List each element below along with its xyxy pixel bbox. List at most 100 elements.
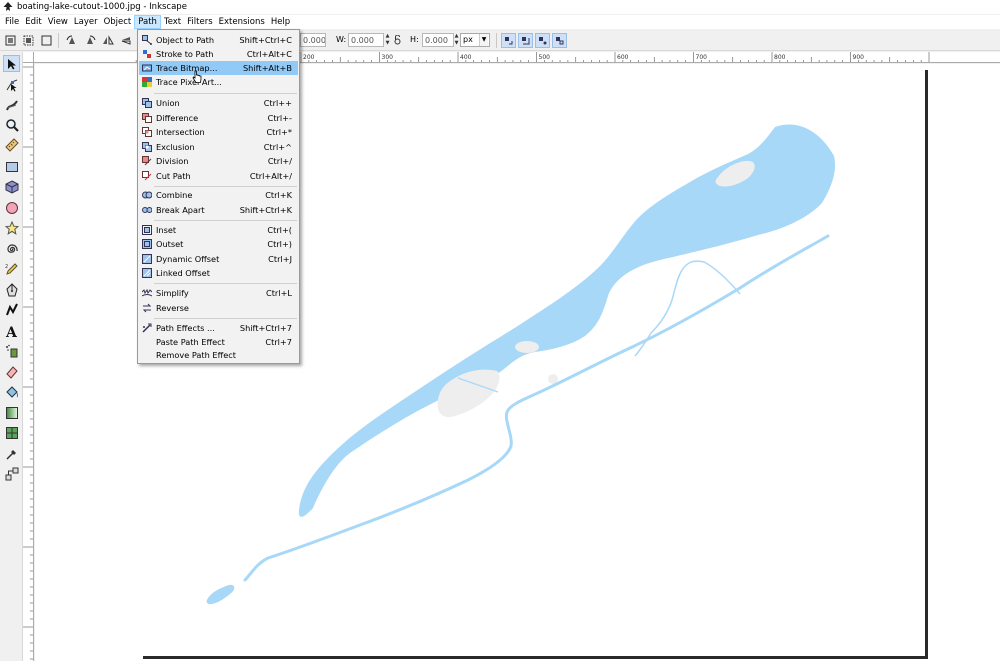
menu-item-combine[interactable]: Combine Ctrl+K bbox=[139, 188, 298, 202]
mesh-tool-icon[interactable] bbox=[3, 424, 20, 441]
ruler-label: 800 bbox=[774, 54, 786, 61]
deselect-icon[interactable] bbox=[39, 33, 54, 48]
menu-file[interactable]: File bbox=[2, 15, 22, 29]
menu-edit[interactable]: Edit bbox=[22, 15, 44, 29]
pen-tool-icon[interactable] bbox=[3, 281, 20, 298]
menu-item-label: Trace Pixel Art... bbox=[156, 77, 222, 87]
pencil-tool-icon[interactable]: 2 bbox=[3, 260, 20, 277]
eraser-tool-icon[interactable] bbox=[3, 363, 20, 380]
menu-item-difference[interactable]: Difference Ctrl+- bbox=[139, 111, 298, 125]
3d-box-tool-icon[interactable] bbox=[3, 178, 20, 195]
menu-item-label: Paste Path Effect bbox=[156, 337, 225, 347]
menu-item-intersection[interactable]: Intersection Ctrl+* bbox=[139, 125, 298, 139]
zoom-tool-icon[interactable] bbox=[3, 116, 20, 133]
flip-horizontal-icon[interactable] bbox=[100, 33, 115, 48]
menu-item-remove-path-effect[interactable]: Remove Path Effect bbox=[139, 348, 298, 362]
menu-item-trace-bitmap[interactable]: Trace Bitmap... Shift+Alt+B bbox=[139, 61, 298, 75]
vertical-ruler[interactable] bbox=[23, 63, 34, 661]
height-spinner[interactable]: ▲ ▼ bbox=[453, 33, 460, 47]
lake-shape bbox=[298, 124, 836, 517]
menu-item-outset[interactable]: Outset Ctrl+) bbox=[139, 237, 298, 251]
connector-tool-icon[interactable] bbox=[3, 465, 20, 482]
spiral-tool-icon[interactable] bbox=[3, 240, 20, 257]
menu-item-label: Stroke to Path bbox=[156, 49, 214, 59]
menu-item-dynamic-offset[interactable]: Dynamic Offset Ctrl+J bbox=[139, 252, 298, 266]
scale-stroke-toggle-icon[interactable] bbox=[501, 33, 516, 48]
ruler-label: 600 bbox=[617, 54, 629, 61]
move-patterns-toggle-icon[interactable] bbox=[552, 33, 567, 48]
rotate-cw-icon[interactable] bbox=[82, 33, 97, 48]
paint-bucket-tool-icon[interactable] bbox=[3, 383, 20, 400]
flip-vertical-icon[interactable] bbox=[118, 33, 133, 48]
menu-item-cut-path[interactable]: Cut Path Ctrl+Alt+/ bbox=[139, 169, 298, 183]
node-tool-icon[interactable] bbox=[3, 76, 20, 93]
rotate-ccw-icon[interactable] bbox=[64, 33, 79, 48]
menu-item-label: Path Effects ... bbox=[156, 323, 215, 333]
menu-item-stroke-to-path[interactable]: Stroke to Path Ctrl+Alt+C bbox=[139, 47, 298, 61]
menu-view[interactable]: View bbox=[45, 15, 71, 29]
menu-item-inset[interactable]: Inset Ctrl+( bbox=[139, 223, 298, 237]
menu-item-exclusion[interactable]: Exclusion Ctrl+^ bbox=[139, 140, 298, 154]
text-tool-icon[interactable]: A bbox=[3, 322, 20, 339]
menu-item-shortcut: Ctrl+J bbox=[268, 254, 292, 264]
menu-item-object-to-path[interactable]: Object to Path Shift+Ctrl+C bbox=[139, 33, 298, 47]
menu-item-trace-pixel-art[interactable]: Trace Pixel Art... bbox=[139, 75, 298, 89]
menu-text[interactable]: Text bbox=[161, 15, 184, 29]
menu-item-shortcut: Ctrl+( bbox=[267, 225, 292, 235]
scale-corners-toggle-icon[interactable] bbox=[518, 33, 533, 48]
select-all-layers-icon[interactable] bbox=[21, 33, 36, 48]
menu-item-shortcut: Ctrl+K bbox=[265, 190, 292, 200]
ellipse-tool-icon[interactable] bbox=[3, 199, 20, 216]
rectangle-tool-icon[interactable] bbox=[3, 158, 20, 175]
star-tool-icon[interactable] bbox=[3, 219, 20, 236]
dropper-tool-icon[interactable] bbox=[3, 445, 20, 462]
menu-item-reverse[interactable]: Reverse bbox=[139, 301, 298, 315]
select-all-icon[interactable] bbox=[3, 33, 18, 48]
menu-filters[interactable]: Filters bbox=[184, 15, 215, 29]
outset-icon bbox=[142, 239, 152, 249]
calligraphy-tool-icon[interactable] bbox=[3, 301, 20, 318]
menu-item-division[interactable]: Division Ctrl+/ bbox=[139, 154, 298, 168]
spray-tool-icon[interactable] bbox=[3, 342, 20, 359]
width-spinner[interactable]: ▲ ▼ bbox=[384, 33, 391, 47]
exclusion-icon bbox=[142, 142, 152, 152]
menu-item-shortcut: Ctrl+) bbox=[267, 239, 292, 249]
page-border-right bbox=[925, 70, 928, 659]
menu-item-paste-path-effect[interactable]: Paste Path Effect Ctrl+7 bbox=[139, 335, 298, 349]
menu-item-shortcut: Shift+Ctrl+C bbox=[239, 35, 292, 45]
combine-icon bbox=[142, 191, 152, 199]
menu-item-break-apart[interactable]: Break Apart Shift+Ctrl+K bbox=[139, 203, 298, 217]
menu-object[interactable]: Object bbox=[101, 15, 135, 29]
menu-item-linked-offset[interactable]: Linked Offset bbox=[139, 266, 298, 280]
menu-item-shortcut: Shift+Ctrl+7 bbox=[239, 323, 292, 333]
ruler-label: 400 bbox=[460, 54, 472, 61]
menu-item-path-effects[interactable]: Path Effects ... Shift+Ctrl+7 bbox=[139, 321, 298, 335]
height-input[interactable] bbox=[422, 33, 454, 47]
unit-select[interactable]: px ▼ bbox=[460, 33, 490, 47]
menu-help[interactable]: Help bbox=[268, 15, 293, 29]
width-label: W: bbox=[336, 35, 347, 44]
menu-layer[interactable]: Layer bbox=[71, 15, 101, 29]
menu-separator bbox=[154, 186, 297, 187]
menu-item-label: Break Apart bbox=[156, 205, 205, 215]
height-label: H: bbox=[410, 35, 419, 44]
menu-item-label: Exclusion bbox=[156, 142, 195, 152]
menu-extensions[interactable]: Extensions bbox=[216, 15, 268, 29]
menu-item-label: Simplify bbox=[156, 288, 189, 298]
tweak-tool-icon[interactable] bbox=[3, 96, 20, 113]
selector-tool-icon[interactable] bbox=[3, 55, 20, 72]
x-coordinate-input[interactable] bbox=[300, 33, 326, 47]
measure-tool-icon[interactable] bbox=[3, 136, 20, 153]
simplify-icon bbox=[142, 288, 152, 297]
menu-item-simplify[interactable]: Simplify Ctrl+L bbox=[139, 286, 298, 300]
lock-ratio-icon[interactable] bbox=[394, 35, 401, 45]
gradient-tool-icon[interactable] bbox=[3, 404, 20, 421]
move-gradients-toggle-icon[interactable] bbox=[535, 33, 550, 48]
trace-bitmap-icon bbox=[142, 64, 152, 72]
menu-path[interactable]: Path bbox=[134, 15, 161, 29]
channel-stream bbox=[243, 234, 830, 582]
object-to-path-icon bbox=[142, 35, 152, 45]
menu-item-label: Intersection bbox=[156, 127, 205, 137]
menu-item-union[interactable]: Union Ctrl++ bbox=[139, 96, 298, 110]
width-input[interactable] bbox=[348, 33, 384, 47]
